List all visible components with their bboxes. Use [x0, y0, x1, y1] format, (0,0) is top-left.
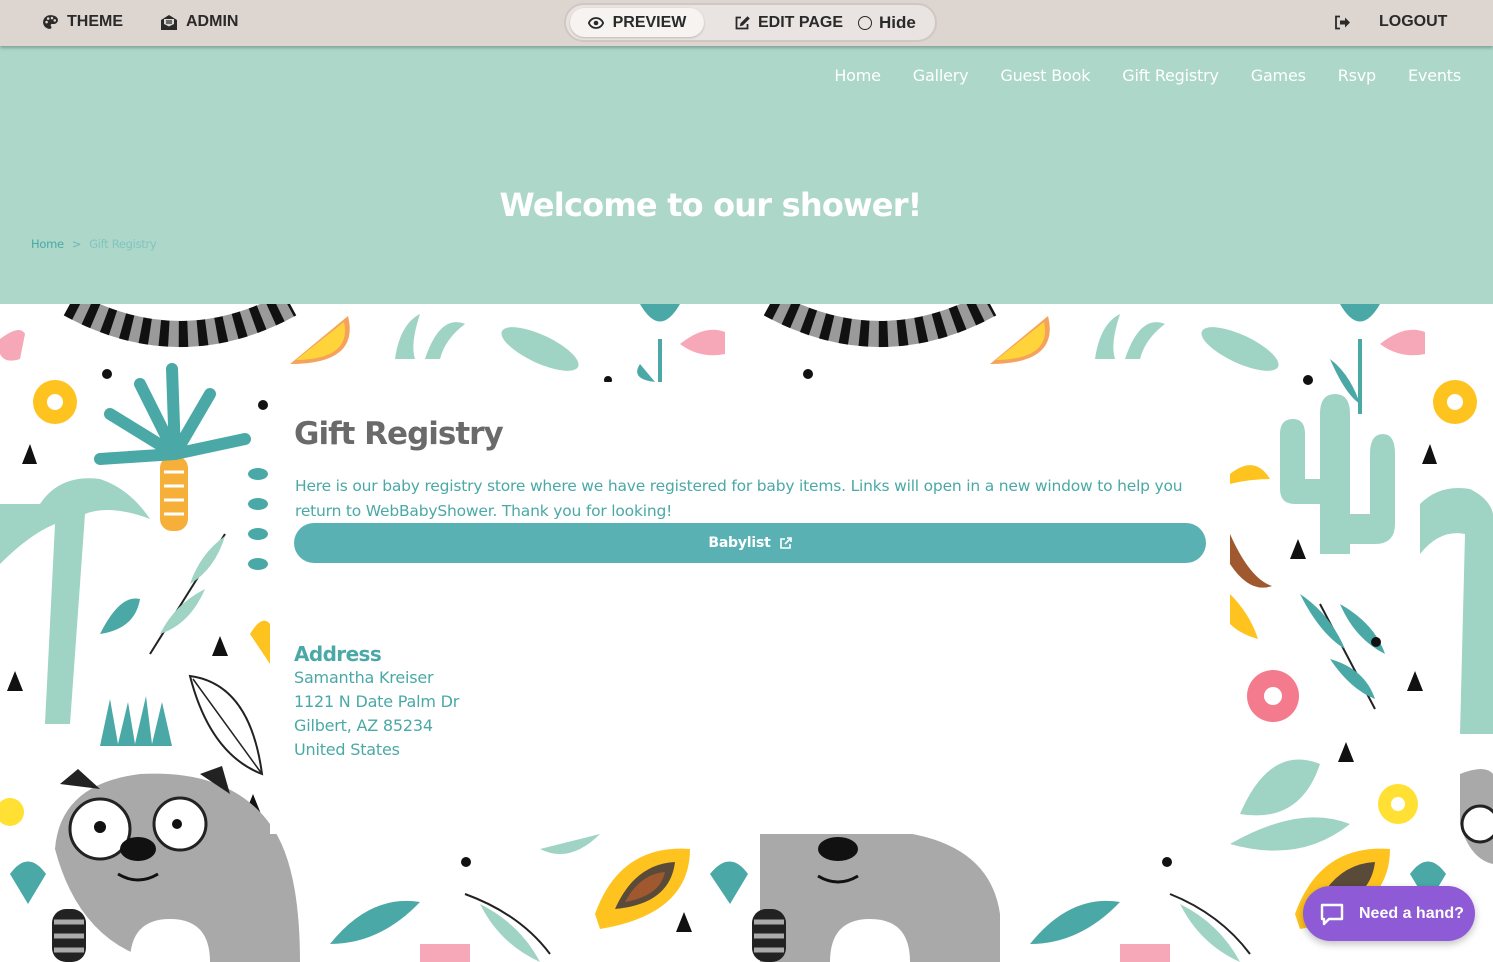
lemur-character: [1460, 769, 1493, 864]
sign-out-icon: [1334, 15, 1351, 30]
preview-label: PREVIEW: [612, 13, 687, 31]
nav-games[interactable]: Games: [1251, 66, 1306, 85]
babylist-registry-button[interactable]: Babylist: [294, 523, 1206, 563]
content-card: Gift Registry Here is our baby registry …: [270, 382, 1230, 834]
palette-icon: [42, 14, 59, 31]
theme-button[interactable]: THEME: [42, 0, 123, 44]
registry-intro-text: Here is our baby registry store where we…: [295, 477, 1183, 520]
lemur-character: [52, 766, 300, 962]
edit-page-label: EDIT PAGE: [758, 13, 844, 31]
logout-button[interactable]: LOGOUT: [1334, 0, 1447, 44]
nav-events[interactable]: Events: [1408, 66, 1461, 85]
grass-decoration: [100, 696, 172, 746]
mode-switch: PREVIEW EDIT PAGE Hide: [564, 3, 937, 42]
address-line: United States: [294, 740, 400, 759]
envelope-open-icon: [160, 14, 178, 31]
edit-icon: [734, 15, 751, 31]
eye-icon: [587, 16, 604, 29]
hide-toggle[interactable]: Hide: [858, 5, 916, 40]
address-heading: Address: [294, 642, 382, 666]
nav-guest-book[interactable]: Guest Book: [1000, 66, 1090, 85]
cactus-decoration: [1280, 394, 1395, 554]
breadcrumb: Home > Gift Registry: [31, 237, 157, 251]
nav-rsvp[interactable]: Rsvp: [1338, 66, 1376, 85]
lemur-tail-decoration: [63, 304, 997, 347]
address-block: Samantha Kreiser 1121 N Date Palm Dr Gil…: [294, 666, 459, 762]
preview-button[interactable]: PREVIEW: [570, 8, 704, 37]
registry-button-label: Babylist: [708, 535, 771, 551]
hero-title: Welcome to our shower!: [499, 186, 923, 224]
hide-label: Hide: [879, 12, 916, 32]
address-line: 1121 N Date Palm Dr: [294, 692, 460, 711]
admin-label: ADMIN: [186, 13, 239, 30]
radio-icon: [858, 15, 872, 30]
help-chat-button[interactable]: Need a hand?: [1303, 886, 1475, 941]
help-label: Need a hand?: [1359, 904, 1464, 922]
admin-toolbar: THEME ADMIN PREVIEW EDIT PAGE Hide LOGOU…: [0, 0, 1493, 46]
page-title: Gift Registry: [294, 416, 504, 452]
main-nav: Home Gallery Guest Book Gift Registry Ga…: [802, 66, 1461, 85]
nav-home[interactable]: Home: [834, 66, 881, 85]
breadcrumb-home-link[interactable]: Home: [31, 237, 64, 251]
address-line: Gilbert, AZ 85234: [294, 716, 433, 735]
admin-button[interactable]: ADMIN: [160, 0, 238, 44]
breadcrumb-current: Gift Registry: [89, 237, 157, 251]
theme-label: THEME: [67, 13, 123, 30]
logout-label: LOGOUT: [1379, 13, 1448, 30]
striped-leaf-decoration: [188, 674, 264, 776]
chat-bubble-icon: [1319, 902, 1345, 926]
nav-gift-registry[interactable]: Gift Registry: [1122, 66, 1219, 85]
address-line: Samantha Kreiser: [294, 668, 434, 687]
breadcrumb-separator: >: [71, 237, 82, 251]
nav-gallery[interactable]: Gallery: [913, 66, 969, 85]
site-header: Home Gallery Guest Book Gift Registry Ga…: [0, 46, 1493, 304]
external-link-icon: [779, 536, 792, 550]
edit-page-button[interactable]: EDIT PAGE: [734, 5, 843, 40]
lemur-character: [752, 828, 1000, 962]
